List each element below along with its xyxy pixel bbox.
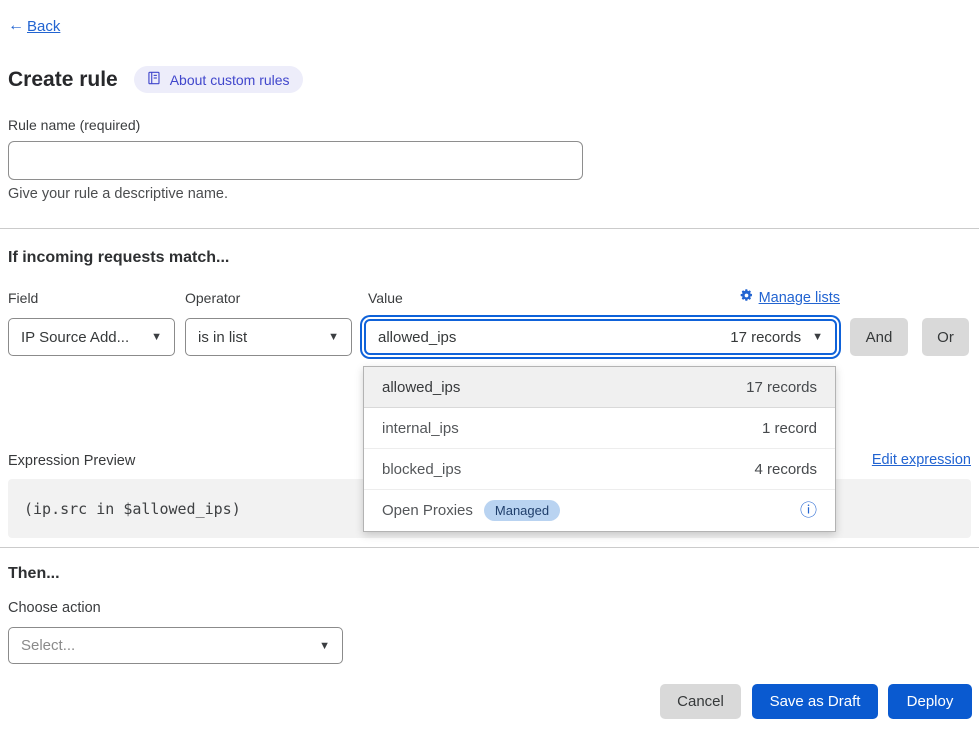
list-record-count: 4 records	[754, 461, 817, 478]
about-custom-rules-link[interactable]: About custom rules	[134, 66, 303, 93]
action-select[interactable]: Select... ▼	[8, 627, 343, 664]
dropdown-option-internal-ips[interactable]: internal_ips 1 record	[364, 408, 835, 449]
back-link[interactable]: ← Back	[8, 17, 60, 35]
create-rule-page: ← Back Create rule About custom rules Ru…	[0, 0, 979, 739]
deploy-button[interactable]: Deploy	[888, 684, 972, 719]
chevron-down-icon: ▼	[328, 331, 339, 343]
action-select-placeholder: Select...	[21, 637, 75, 654]
operator-select[interactable]: is in list ▼	[185, 318, 352, 356]
rule-name-helper-text: Give your rule a descriptive name.	[8, 186, 228, 202]
list-record-count: 17 records	[746, 379, 817, 396]
list-name: Open Proxies	[382, 502, 473, 519]
gear-icon	[740, 289, 753, 306]
list-name: blocked_ips	[382, 461, 461, 478]
field-column-label: Field	[8, 290, 38, 306]
info-icon[interactable]: ⓘ	[800, 502, 817, 519]
value-record-count: 17 records	[730, 329, 801, 346]
list-record-count: 1 record	[762, 420, 817, 437]
edit-expression-link[interactable]: Edit expression	[872, 452, 971, 468]
expression-code: (ip.src in $allowed_ips)	[24, 500, 241, 518]
manage-lists-label: Manage lists	[759, 290, 840, 306]
save-as-draft-button[interactable]: Save as Draft	[752, 684, 878, 719]
expression-preview-label: Expression Preview	[8, 453, 135, 469]
cancel-button[interactable]: Cancel	[660, 684, 741, 719]
and-button[interactable]: And	[850, 318, 908, 356]
about-badge-label: About custom rules	[170, 72, 290, 88]
rule-name-label: Rule name (required)	[8, 117, 140, 133]
value-combobox-value: allowed_ips	[378, 329, 456, 346]
choose-action-label: Choose action	[8, 600, 101, 616]
operator-select-value: is in list	[198, 329, 247, 346]
field-select-value: IP Source Add...	[21, 329, 129, 346]
back-arrow-icon: ←	[8, 17, 24, 35]
chevron-down-icon: ▼	[151, 331, 162, 343]
chevron-down-icon: ▼	[319, 640, 330, 652]
value-dropdown-panel: allowed_ips 17 records internal_ips 1 re…	[363, 366, 836, 532]
field-select[interactable]: IP Source Add... ▼	[8, 318, 175, 356]
dropdown-option-allowed-ips[interactable]: allowed_ips 17 records	[364, 367, 835, 408]
title-row: Create rule About custom rules	[8, 66, 303, 93]
section-divider	[0, 547, 979, 548]
operator-column-label: Operator	[185, 290, 240, 306]
section-divider	[0, 228, 979, 229]
dropdown-option-open-proxies[interactable]: Open Proxies Managed ⓘ	[364, 490, 835, 531]
value-column-label: Value	[368, 290, 403, 306]
managed-badge: Managed	[484, 500, 560, 521]
manage-lists-link[interactable]: Manage lists	[740, 289, 840, 306]
or-button[interactable]: Or	[922, 318, 969, 356]
value-combobox[interactable]: allowed_ips 17 records ▼	[364, 319, 837, 355]
book-icon	[147, 71, 161, 88]
then-section-heading: Then...	[8, 565, 60, 583]
list-name: allowed_ips	[382, 379, 460, 396]
dropdown-option-blocked-ips[interactable]: blocked_ips 4 records	[364, 449, 835, 490]
list-name: internal_ips	[382, 420, 459, 437]
match-section-heading: If incoming requests match...	[8, 249, 229, 267]
chevron-down-icon: ▼	[812, 331, 823, 343]
rule-name-input[interactable]	[8, 141, 583, 180]
back-link-label: Back	[27, 18, 60, 35]
page-title: Create rule	[8, 68, 118, 92]
